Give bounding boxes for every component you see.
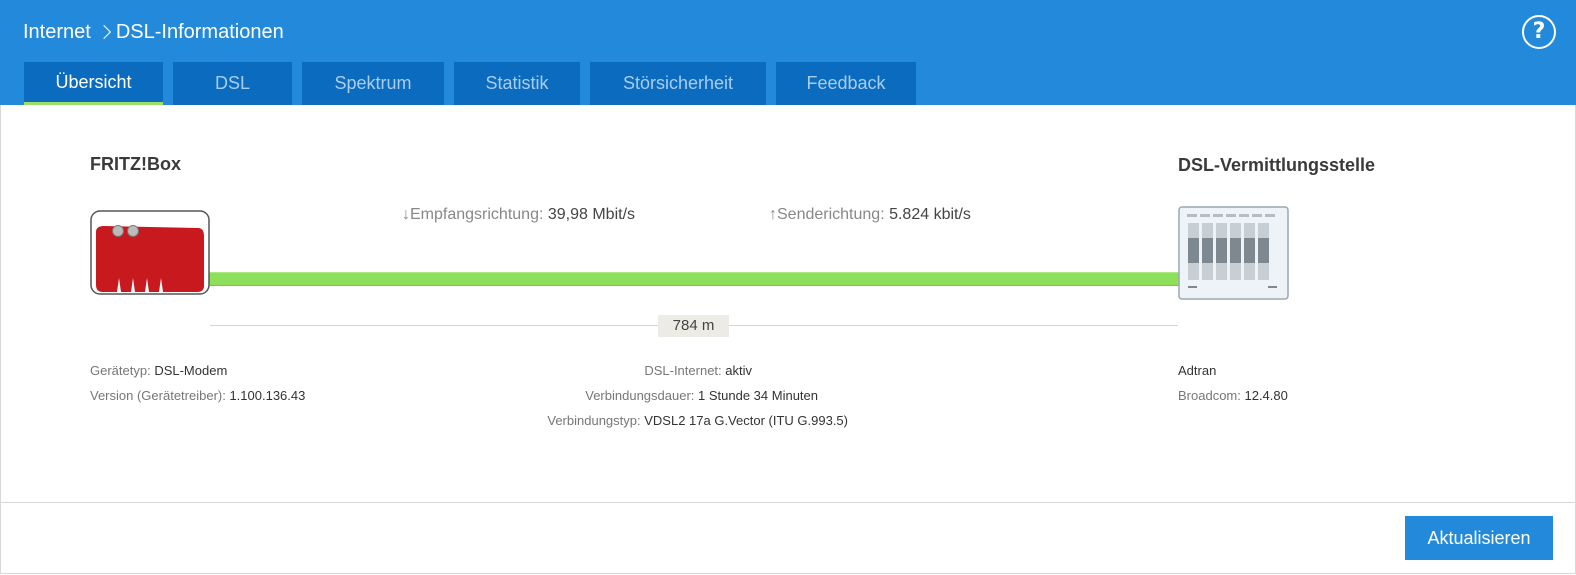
tab-stoersicherheit[interactable]: Störsicherheit bbox=[590, 62, 766, 105]
help-icon[interactable]: ? bbox=[1522, 15, 1556, 49]
upstream-label: ↑Senderichtung: bbox=[769, 206, 890, 223]
info-row: Gerätetyp: DSL-Modem bbox=[90, 358, 305, 383]
info-row: Adtran bbox=[1178, 358, 1288, 383]
downstream-label: ↓Empfangsrichtung: bbox=[402, 206, 548, 223]
field-value: aktiv bbox=[725, 363, 752, 378]
tab-feedback[interactable]: Feedback bbox=[776, 62, 916, 105]
field-value: 1 Stunde 34 Minuten bbox=[698, 388, 818, 403]
field-value: 12.4.80 bbox=[1244, 388, 1288, 403]
tab-statistik[interactable]: Statistik bbox=[454, 62, 580, 105]
field-value: VDSL2 17a G.Vector (ITU G.993.5) bbox=[644, 413, 848, 428]
breadcrumb-current: DSL-Informationen bbox=[115, 21, 284, 43]
refresh-button[interactable]: Aktualisieren bbox=[1405, 516, 1553, 560]
header: Internet DSL-Informationen ? Übersicht D… bbox=[0, 0, 1576, 105]
info-row: Verbindungsdauer: 1 Stunde 34 Minuten bbox=[500, 383, 848, 408]
tab-spektrum[interactable]: Spektrum bbox=[302, 62, 444, 105]
field-value: DSL-Modem bbox=[154, 363, 228, 378]
field-label: Version (Gerätetreiber): bbox=[90, 388, 230, 403]
upstream-rate: ↑Senderichtung: 5.824 kbit/s bbox=[769, 206, 971, 224]
tab-bar: Übersicht DSL Spektrum Statistik Störsic… bbox=[24, 62, 926, 105]
field-label: Gerätetyp: bbox=[90, 363, 155, 378]
tab-dsl[interactable]: DSL bbox=[173, 62, 292, 105]
info-row: DSL-Internet: aktiv bbox=[500, 358, 848, 383]
info-row: Broadcom: 12.4.80 bbox=[1178, 383, 1288, 408]
downstream-rate: ↓Empfangsrichtung: 39,98 Mbit/s bbox=[402, 206, 635, 224]
tab-uebersicht[interactable]: Übersicht bbox=[24, 62, 163, 105]
info-row: Version (Gerätetreiber): 1.100.136.43 bbox=[90, 383, 305, 408]
breadcrumb: Internet DSL-Informationen bbox=[23, 21, 284, 44]
breadcrumb-parent[interactable]: Internet bbox=[23, 21, 91, 44]
distance-label: 784 m bbox=[658, 315, 729, 337]
dsl-line bbox=[205, 272, 1182, 286]
field-label: Verbindungstyp: bbox=[547, 413, 645, 428]
info-row: Verbindungstyp: VDSL2 17a G.Vector (ITU … bbox=[500, 408, 848, 433]
exchange-info: Adtran Broadcom: 12.4.80 bbox=[1178, 358, 1288, 408]
field-value: 1.100.136.43 bbox=[229, 388, 306, 403]
field-label: Broadcom: bbox=[1178, 388, 1245, 403]
router-title: FRITZ!Box bbox=[90, 154, 181, 174]
fritzbox-router-icon bbox=[90, 210, 210, 295]
field-label: Verbindungsdauer: bbox=[585, 388, 699, 403]
footer-divider bbox=[0, 502, 1576, 503]
connection-info: DSL-Internet: aktiv Verbindungsdauer: 1 … bbox=[500, 358, 848, 433]
router-info: Gerätetyp: DSL-Modem Version (Gerätetrei… bbox=[90, 358, 305, 408]
upstream-value: 5.824 kbit/s bbox=[889, 206, 971, 223]
chevron-right-icon bbox=[96, 24, 111, 39]
exchange-title: DSL-Vermittlungsstelle bbox=[1178, 155, 1376, 175]
field-value: Adtran bbox=[1178, 363, 1217, 378]
dsl-exchange-icon bbox=[1178, 206, 1289, 300]
downstream-value: 39,98 Mbit/s bbox=[547, 206, 636, 223]
field-label: DSL-Internet: bbox=[644, 363, 726, 378]
